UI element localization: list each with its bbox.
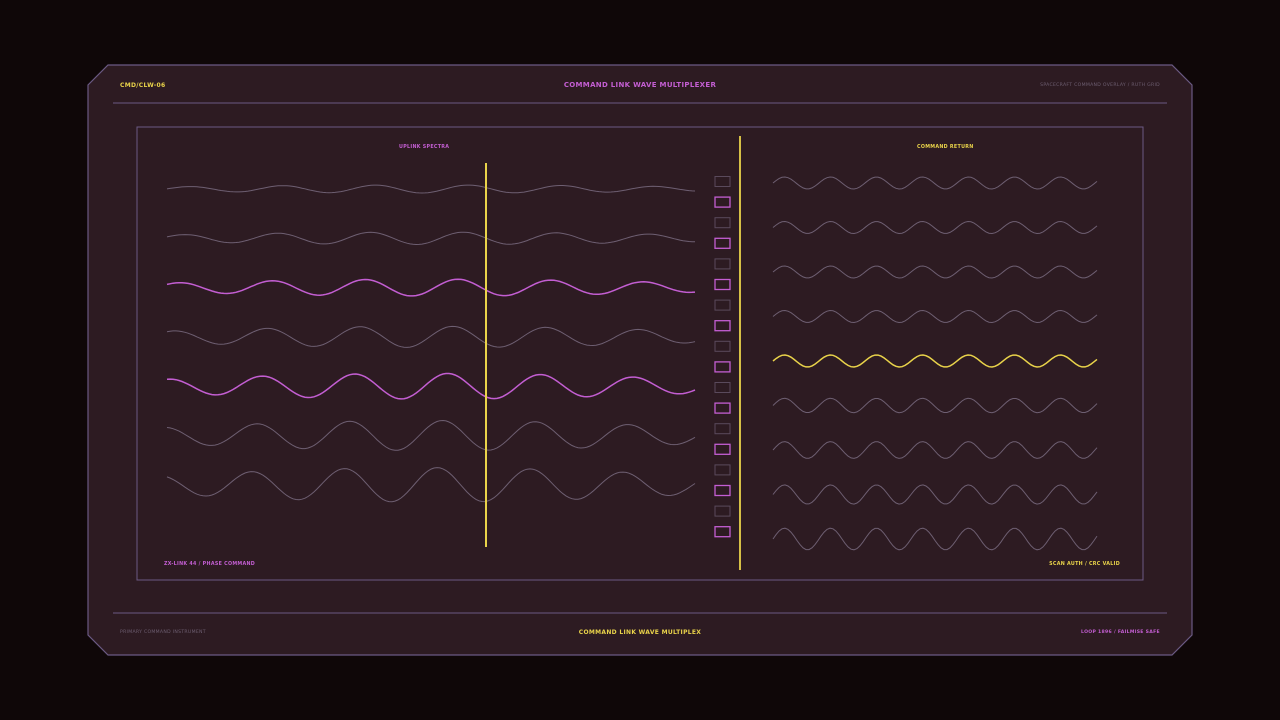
header-subtitle: SPACECRAFT COMMAND OVERLAY / RUTH GRID	[1040, 83, 1160, 88]
footer-status: LOOP 1896 / FAILMISE SAFE	[1081, 630, 1160, 635]
return-panel-footer: SCAN AUTH / CRC VALID	[1049, 562, 1120, 567]
uplink-panel-footer: ZX-LINK 44 / PHASE COMMAND	[164, 562, 256, 567]
instrument-frame	[87, 64, 1193, 656]
uplink-panel-title: UPLINK SPECTRA	[399, 145, 450, 150]
return-panel-title: COMMAND RETURN	[917, 145, 974, 150]
